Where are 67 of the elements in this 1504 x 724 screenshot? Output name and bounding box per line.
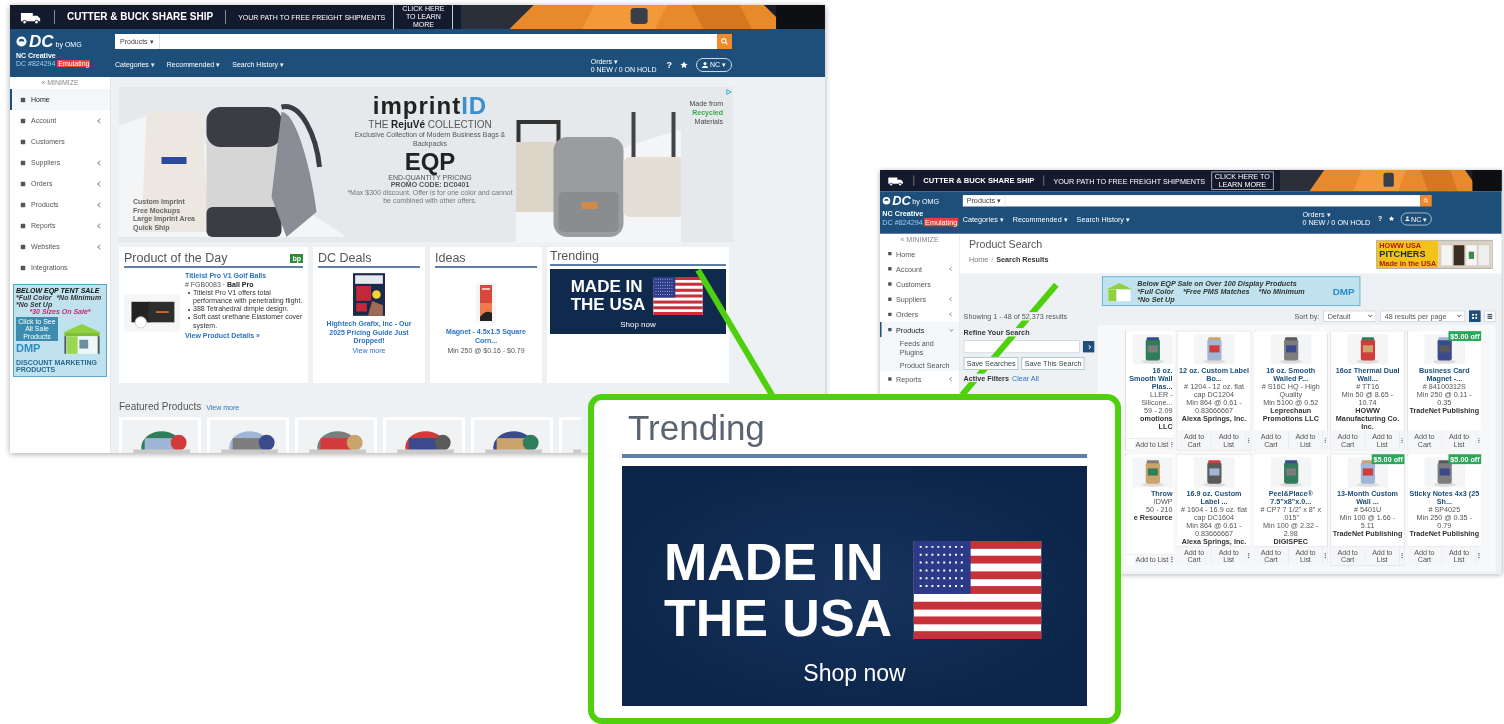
banner-headline: THE USA bbox=[663, 590, 893, 646]
menu-icon bbox=[887, 376, 893, 382]
menu-icon bbox=[887, 281, 893, 287]
more-icon[interactable] bbox=[1169, 439, 1175, 450]
menu-icon bbox=[20, 117, 26, 124]
menu-icon bbox=[20, 222, 26, 229]
truck-icon bbox=[20, 10, 42, 24]
panel-title: DC Deals bbox=[318, 251, 372, 265]
menu-icon bbox=[20, 96, 26, 103]
list-view-button[interactable] bbox=[1484, 310, 1496, 322]
go-button[interactable] bbox=[1082, 341, 1095, 353]
more-icon[interactable] bbox=[1323, 431, 1328, 450]
menu-icon bbox=[20, 138, 26, 145]
promo-ad[interactable] bbox=[119, 87, 733, 242]
more-icon[interactable] bbox=[1399, 546, 1405, 565]
search-icon bbox=[721, 38, 728, 45]
logo: DC bbox=[29, 33, 54, 50]
section-title: Featured Products bbox=[119, 401, 202, 412]
more-icon[interactable] bbox=[1399, 431, 1405, 450]
banner-headline: MADE IN bbox=[570, 278, 644, 296]
search-button[interactable] bbox=[1420, 195, 1432, 207]
menu-icon bbox=[20, 159, 26, 166]
star-icon[interactable] bbox=[679, 61, 688, 69]
flag-icon bbox=[651, 277, 706, 315]
logo: DC bbox=[892, 194, 911, 208]
brand-logo: DMP bbox=[16, 342, 42, 355]
eqp-logo: EQP bbox=[404, 150, 456, 174]
more-icon[interactable] bbox=[1246, 431, 1251, 450]
panel-title: Ideas bbox=[435, 251, 466, 265]
made-in-usa-banner[interactable]: MADE IN THE USA Shop now bbox=[550, 269, 726, 334]
menu-icon bbox=[887, 327, 893, 332]
menu-icon bbox=[887, 312, 893, 317]
brand-logo: DMP bbox=[1332, 285, 1356, 297]
promo-title: CUTTER & BUCK SHARE SHIP bbox=[54, 10, 227, 24]
ad-text: PITCHERS bbox=[1379, 249, 1427, 259]
made-in-usa-banner[interactable]: MADE IN THE USA Shop now bbox=[622, 466, 1087, 706]
help-link[interactable]: ? bbox=[666, 60, 672, 70]
refine-field[interactable] bbox=[963, 340, 1080, 354]
menu-icon bbox=[20, 201, 26, 208]
menu-icon bbox=[20, 264, 26, 271]
menu-icon bbox=[887, 296, 893, 302]
user-icon bbox=[1404, 216, 1410, 221]
list-icon bbox=[1487, 313, 1493, 319]
menu-icon bbox=[887, 266, 893, 272]
search-button[interactable] bbox=[717, 34, 732, 49]
menu-icon bbox=[20, 180, 26, 187]
more-icon[interactable] bbox=[1169, 554, 1175, 565]
grid-view-button[interactable] bbox=[1469, 310, 1481, 322]
banner-headline: MADE IN bbox=[663, 534, 885, 590]
panel-title: Trending bbox=[550, 249, 599, 263]
shop-now-link[interactable]: Shop now bbox=[620, 320, 656, 329]
panel-title: Trending bbox=[627, 408, 766, 448]
triangle-icon[interactable] bbox=[726, 89, 732, 95]
more-icon[interactable] bbox=[1323, 546, 1328, 565]
menu-icon bbox=[887, 251, 893, 256]
brand-logo: imprintID bbox=[372, 93, 488, 119]
banner-headline: THE USA bbox=[570, 296, 646, 314]
collection-title: THE RejuVé COLLECTION bbox=[368, 119, 492, 130]
grid-icon bbox=[1472, 313, 1478, 319]
page-title: Product Search bbox=[968, 238, 1044, 251]
user-icon bbox=[701, 62, 708, 68]
panel-title: Product of the Day bbox=[124, 251, 228, 265]
shop-now-link[interactable]: Shop now bbox=[803, 660, 906, 687]
truck-icon bbox=[887, 175, 905, 186]
swirl-icon bbox=[16, 36, 27, 47]
star-icon[interactable] bbox=[1388, 215, 1395, 222]
menu-icon bbox=[20, 243, 26, 250]
